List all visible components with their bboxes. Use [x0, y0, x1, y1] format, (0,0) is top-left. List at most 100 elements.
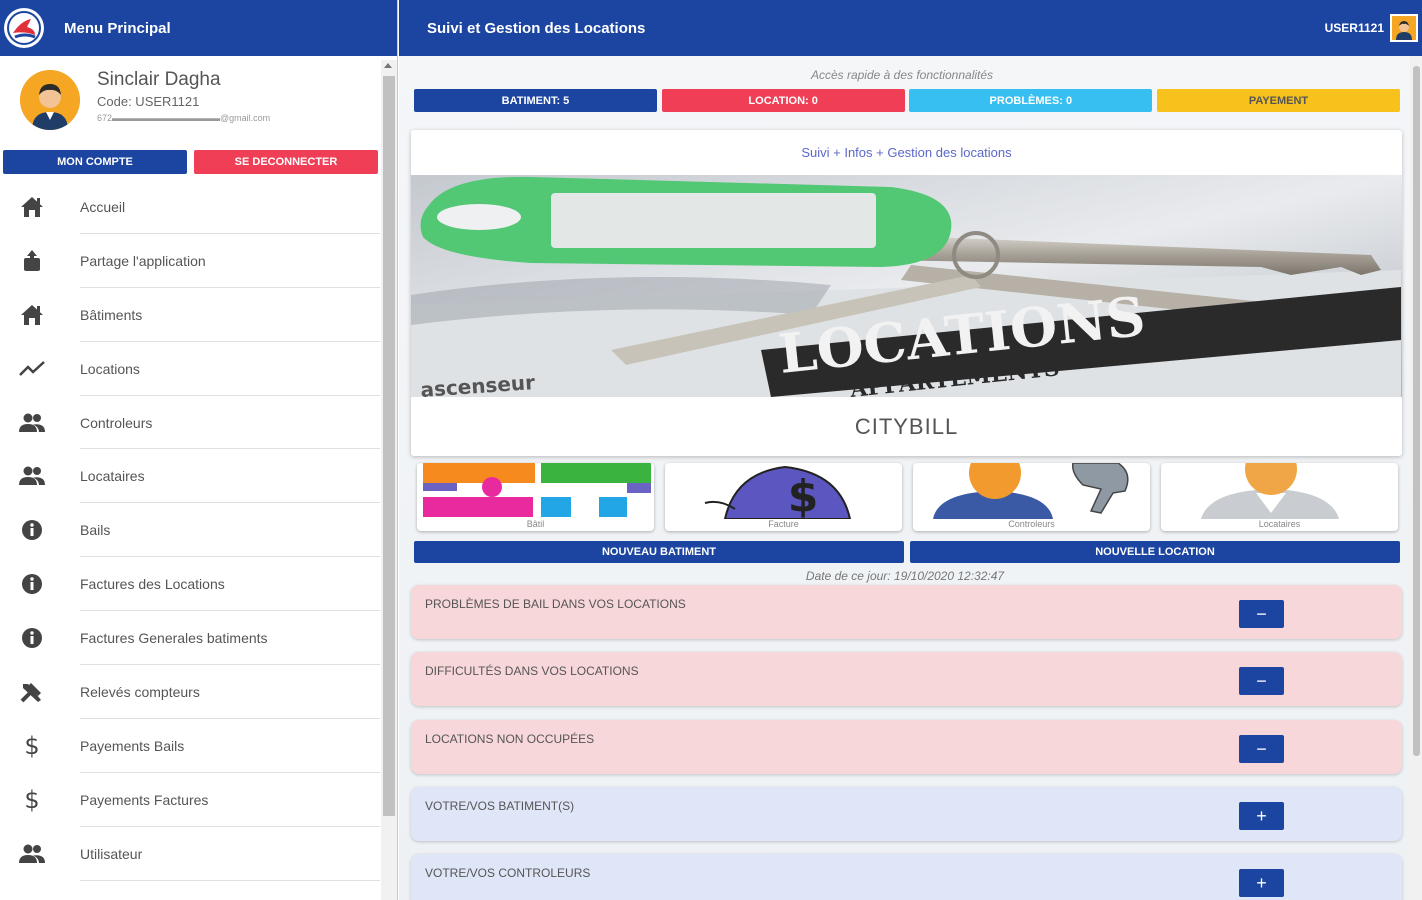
new-building-button[interactable]: NOUVEAU BATIMENT [414, 541, 904, 563]
shortcut-locataires[interactable]: Locataires [1161, 463, 1398, 531]
hero-image: LOCATIONS APPARTEMENTS ascenseur [411, 175, 1402, 397]
sidebar-item-payements-bails[interactable]: $ Payements Bails [0, 719, 380, 773]
shortcut-label: Facture [768, 519, 799, 529]
my-account-button[interactable]: MON COMPTE [3, 150, 187, 174]
header-user[interactable]: USER1121 [1325, 14, 1418, 42]
shortcut-facture[interactable]: $ Facture [665, 463, 902, 531]
account-buttons: MON COMPTE SE DECONNECTER [3, 150, 378, 174]
sidebar-item-releves[interactable]: Relevés compteurs [0, 665, 380, 719]
shortcut-label: Locataires [1258, 519, 1301, 529]
sidebar-item-label: Partage l'application [80, 252, 206, 269]
tile-batiment[interactable]: BATIMENT: 5 [414, 89, 657, 112]
new-location-button[interactable]: NOUVELLE LOCATION [910, 541, 1400, 563]
hero-subtitle: Suivi + Infos + Gestion des locations [801, 145, 1012, 160]
profile-email: 672▬▬▬▬▬▬▬▬▬▬▬▬@gmail.com [97, 113, 271, 123]
sidebar: Menu Principal Sinclair Dagha Code: USER… [0, 0, 398, 900]
sidebar-item-bails[interactable]: Bails [0, 503, 380, 558]
header-user-label: USER1121 [1324, 21, 1384, 35]
sidebar-item-label: Factures des Locations [80, 576, 225, 593]
sidebar-title: Menu Principal [64, 19, 171, 37]
panel-label: PROBLÈMES DE BAIL DANS VOS LOCATIONS [425, 597, 686, 611]
user-profile: Sinclair Dagha Code: USER1121 672▬▬▬▬▬▬▬… [0, 56, 397, 148]
profile-code: Code: USER1121 [97, 94, 200, 109]
people-icon [0, 412, 80, 434]
shortcut-label: Bâtil [526, 519, 545, 529]
action-buttons: NOUVEAU BATIMENT NOUVELLE LOCATION [414, 541, 1400, 563]
sidebar-item-label: Locations [80, 360, 140, 377]
sidebar-item-label: Controleurs [80, 414, 153, 431]
trending-icon [0, 359, 80, 379]
sidebar-header: Menu Principal [0, 0, 397, 56]
sidebar-item-label: Bâtiments [80, 306, 143, 323]
panel-label: DIFFICULTÉS DANS VOS LOCATIONS [425, 664, 639, 678]
people-icon [0, 465, 80, 487]
sidebar-item-locations[interactable]: Locations [0, 342, 380, 396]
sidebar-item-controleurs[interactable]: Controleurs [0, 396, 380, 450]
hero-card: Suivi + Infos + Gestion des locations LO… [411, 130, 1402, 456]
sidebar-item-factures-generales[interactable]: Factures Generales batiments [0, 611, 380, 665]
shortcut-cards: Bâtil $ Facture Controleurs Locataires [417, 463, 1398, 531]
panel-problemes-bail[interactable]: PROBLÈMES DE BAIL DANS VOS LOCATIONS − [411, 585, 1402, 639]
info-icon [0, 519, 80, 541]
controller-person-icon [933, 463, 1129, 519]
sidebar-item-label: Factures Generales batiments [80, 630, 268, 647]
building-icon [0, 303, 80, 327]
sidebar-item-label: Relevés compteurs [80, 683, 200, 700]
tools-icon [0, 680, 80, 704]
sidebar-item-label: Payements Bails [80, 737, 185, 754]
shortcut-batiment[interactable]: Bâtil [417, 463, 654, 531]
shortcut-label: Controleurs [1008, 519, 1055, 529]
quick-access-tiles: BATIMENT: 5 LOCATION: 0 PROBLÈMES: 0 PAY… [414, 89, 1400, 112]
sidebar-item-label: Accueil [80, 198, 126, 215]
tile-problemes[interactable]: PROBLÈMES: 0 [909, 89, 1153, 112]
sidebar-item-batiments[interactable]: Bâtiments [0, 288, 380, 342]
share-icon [0, 249, 80, 273]
sidebar-item-partage[interactable]: Partage l'application [0, 234, 380, 288]
panel-batiments[interactable]: VOTRE/VOS BATIMENT(S) + [411, 787, 1402, 841]
sidebar-item-utilisateur[interactable]: Utilisateur [0, 827, 380, 881]
collapse-button[interactable]: − [1239, 600, 1284, 628]
panel-controleurs[interactable]: VOTRE/VOS CONTROLEURS + [411, 854, 1402, 900]
app-logo-icon[interactable] [4, 8, 44, 48]
avatar[interactable] [1390, 14, 1418, 42]
panel-difficultes[interactable]: DIFFICULTÉS DANS VOS LOCATIONS − [411, 652, 1402, 706]
sidebar-item-locataires[interactable]: Locataires [0, 449, 380, 504]
shortcut-controleurs[interactable]: Controleurs [913, 463, 1150, 531]
collapse-button[interactable]: − [1239, 735, 1284, 763]
sidebar-item-factures-locations[interactable]: Factures des Locations [0, 557, 380, 612]
profile-name: Sinclair Dagha [97, 69, 221, 90]
main-content: Suivi et Gestion des Locations USER1121 … [399, 0, 1422, 900]
sidebar-scrollbar-thumb[interactable] [383, 76, 395, 816]
info-icon [0, 627, 80, 649]
expand-button[interactable]: + [1239, 869, 1284, 897]
sidebar-item-payements-factures[interactable]: $ Payements Factures [0, 773, 380, 827]
panel-locations-non-occupees[interactable]: LOCATIONS NON OCCUPÉES − [411, 720, 1402, 774]
home-icon [0, 195, 80, 219]
sidebar-menu: Accueil Partage l'application Bâtiments … [0, 180, 380, 881]
page-title: Suivi et Gestion des Locations [427, 19, 646, 37]
panel-label: VOTRE/VOS BATIMENT(S) [425, 799, 575, 813]
building-blocks-icon [423, 463, 651, 517]
panel-label: VOTRE/VOS CONTROLEURS [425, 866, 591, 880]
sidebar-item-label: Bails [80, 522, 111, 539]
avatar[interactable] [20, 70, 80, 130]
people-icon [0, 843, 80, 865]
svg-text:$: $ [788, 471, 819, 519]
scroll-up-icon[interactable] [384, 63, 392, 68]
sidebar-item-accueil[interactable]: Accueil [0, 180, 380, 234]
tile-location[interactable]: LOCATION: 0 [661, 89, 905, 112]
logout-button[interactable]: SE DECONNECTER [194, 150, 378, 174]
dollar-icon: $ [24, 785, 40, 814]
tile-payement[interactable]: PAYEMENT [1156, 89, 1400, 112]
main-header: Suivi et Gestion des Locations USER1121 [399, 0, 1422, 56]
info-icon [0, 573, 80, 595]
quick-access-caption: Accès rapide à des fonctionnalités [810, 68, 994, 82]
dollar-icon: $ [24, 731, 40, 760]
expand-button[interactable]: + [1239, 802, 1284, 830]
tenant-person-icon [1201, 463, 1339, 519]
panel-label: LOCATIONS NON OCCUPÉES [425, 732, 595, 746]
collapse-button[interactable]: − [1239, 667, 1284, 695]
money-bag-icon: $ [704, 465, 852, 519]
main-scrollbar-thumb[interactable] [1413, 66, 1420, 756]
sidebar-item-label: Utilisateur [80, 845, 143, 862]
